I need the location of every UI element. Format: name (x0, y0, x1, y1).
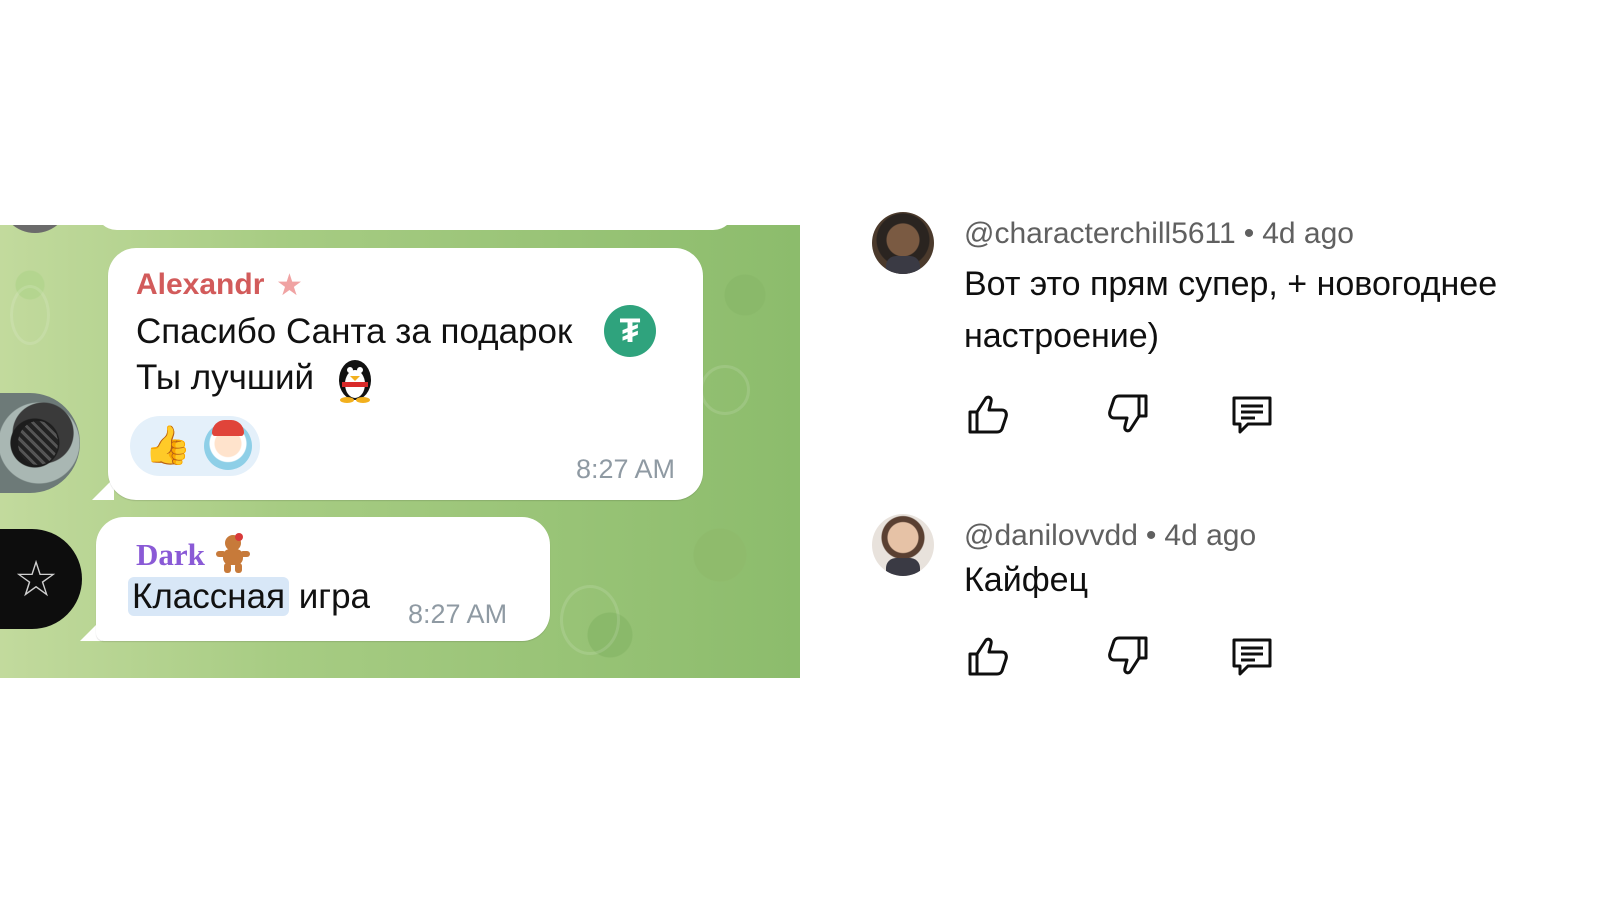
comment-age: 4d ago (1164, 519, 1257, 552)
tether-icon: ₮ (604, 305, 656, 357)
penguin-icon (339, 360, 371, 403)
comment-age: 4d ago (1262, 217, 1354, 250)
wallpaper-doodle (10, 285, 50, 345)
avatar[interactable] (872, 514, 934, 576)
comment-author[interactable]: @characterchill5611 (964, 217, 1236, 250)
previous-avatar[interactable] (0, 225, 70, 233)
reply-button[interactable] (1228, 390, 1276, 438)
like-button[interactable] (964, 390, 1012, 438)
dislike-button[interactable] (1104, 390, 1152, 438)
reactions-bar[interactable]: 👍 (130, 416, 260, 476)
comment-actions (964, 390, 1294, 438)
santa-hat-icon (212, 420, 244, 436)
comment-header: @characterchill5611 • 4d ago (964, 217, 1354, 251)
thumbs-up-reaction-icon[interactable]: 👍 (144, 424, 191, 468)
thumbs-down-icon (1108, 394, 1148, 433)
avatar-dark[interactable]: ☆ (0, 529, 82, 629)
message-line: Ты лучший (136, 358, 315, 397)
star-outline-icon: ☆ (13, 551, 59, 607)
message-bubble-alexandr[interactable]: Alexandr ★ Спасибо Санта за подарок ₮ Ты… (108, 248, 703, 500)
avatar-shirt (886, 256, 920, 274)
wallpaper-doodle (700, 365, 750, 415)
partial-sticker-text: ▬ ▬ ▬ ▬ ▬ ▬ (110, 657, 604, 678)
gingerbread-icon (216, 533, 250, 573)
reply-icon (1232, 638, 1272, 676)
separator-dot: • (1243, 217, 1255, 250)
sender-name[interactable]: Dark (136, 537, 205, 573)
comment-actions (964, 632, 1294, 680)
reply-icon (1232, 396, 1272, 434)
message-line: Классная игра (128, 577, 371, 617)
star-icon: ★ (276, 269, 303, 302)
message-time: 8:27 AM (575, 454, 675, 484)
santa-reaction-icon[interactable] (204, 420, 252, 470)
message-bubble-dark[interactable]: Dark Классная игра 8:27 AM (96, 517, 550, 641)
thumbs-up-icon (968, 637, 1008, 676)
avatar[interactable] (872, 212, 934, 274)
message-rest: игра (289, 577, 371, 616)
comment-text: Кайфец (964, 561, 1089, 599)
comment-author[interactable]: @danilovvdd (964, 519, 1138, 552)
dislike-button[interactable] (1104, 632, 1152, 680)
previous-message-bubble[interactable] (95, 225, 735, 230)
sender-name[interactable]: Alexandr (136, 268, 264, 302)
wallpaper-doodle (560, 585, 620, 655)
reply-button[interactable] (1228, 632, 1276, 680)
thumbs-down-icon (1108, 636, 1148, 675)
separator-dot: • (1145, 519, 1157, 552)
comment-header: @danilovvdd • 4d ago (964, 519, 1256, 553)
avatar-alexandr[interactable] (0, 393, 80, 493)
search-highlight: Классная (128, 577, 290, 616)
avatar-shirt (886, 558, 920, 576)
message-line: Спасибо Санта за подарок (136, 312, 573, 351)
telegram-chat: Alexandr ★ Спасибо Санта за подарок ₮ Ты… (0, 225, 800, 678)
comment-text: Вот это прям супер, + новогоднее настрое… (964, 265, 1498, 355)
thumbs-up-icon (968, 395, 1008, 434)
message-time: 8:27 AM (408, 599, 508, 629)
like-button[interactable] (964, 632, 1012, 680)
brain-icon (18, 421, 58, 465)
